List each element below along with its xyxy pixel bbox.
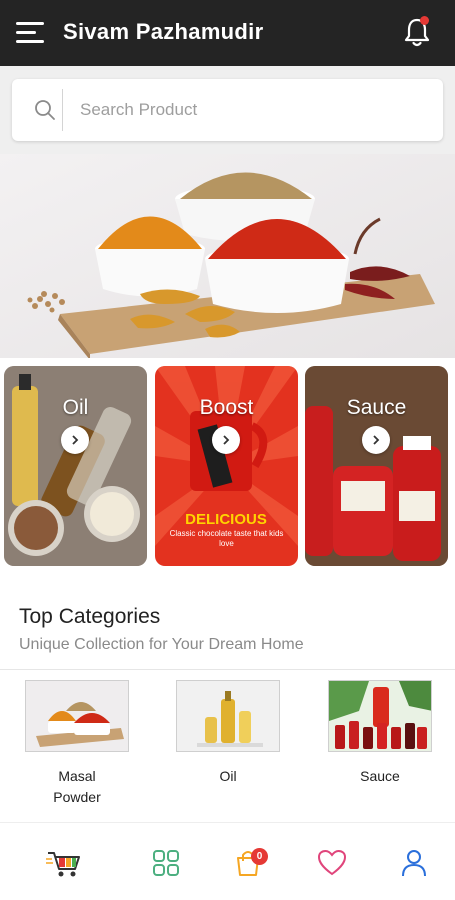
category-item-sauce[interactable]: Sauce: [328, 680, 432, 787]
category-card-label: Boost: [199, 396, 254, 419]
app-title: Sivam Pazhamudir: [63, 19, 264, 44]
notification-dot: [420, 16, 429, 25]
search-bar-area: [0, 66, 455, 154]
menu-icon[interactable]: [16, 20, 46, 46]
spices-banner-image[interactable]: [0, 154, 455, 358]
app-header: Sivam Pazhamudir: [0, 0, 455, 66]
category-thumbnail: [176, 680, 280, 752]
section-divider: [0, 669, 455, 670]
category-card-sauce[interactable]: Sauce: [305, 366, 448, 566]
heart-icon[interactable]: [314, 845, 350, 881]
section-title: Top Categories: [19, 605, 161, 628]
category-card-oil[interactable]: Oil: [4, 366, 147, 566]
category-card-label: Oil: [62, 396, 89, 419]
section-subtitle: Unique Collection for Your Dream Home: [19, 636, 304, 653]
category-name: Sauce: [360, 768, 400, 784]
search-icon: [35, 100, 55, 120]
chevron-right-icon[interactable]: [212, 426, 240, 454]
search-input[interactable]: [80, 94, 420, 126]
boost-subtext: Classic chocolate taste that kids love: [169, 529, 284, 548]
category-name: Masal Powder: [53, 768, 101, 805]
grid-icon[interactable]: [148, 845, 184, 881]
category-name: Oil: [219, 768, 237, 784]
search-box[interactable]: [12, 79, 443, 141]
shopping-bag-icon[interactable]: 0: [230, 845, 268, 881]
bell-icon[interactable]: [402, 16, 432, 48]
category-card-boost[interactable]: DELICIOUS Classic chocolate taste that k…: [155, 366, 298, 566]
category-cards: Oil DELICIOUS Classic chocolate taste th…: [0, 358, 455, 578]
category-card-label: Sauce: [346, 396, 407, 419]
category-thumbnail: [25, 680, 129, 752]
category-item-oil[interactable]: Oil: [176, 680, 280, 787]
category-thumbnail: [328, 680, 432, 752]
bottom-navigation: 0: [0, 823, 455, 900]
user-icon[interactable]: [396, 845, 432, 881]
chevron-right-icon[interactable]: [61, 426, 89, 454]
search-divider: [62, 89, 63, 131]
cart-badge: 0: [251, 848, 268, 865]
boost-tagline: DELICIOUS: [185, 511, 267, 528]
shopping-cart-icon[interactable]: [46, 845, 82, 881]
chevron-right-icon[interactable]: [362, 426, 390, 454]
category-item-masal-powder[interactable]: Masal Powder: [25, 680, 129, 808]
